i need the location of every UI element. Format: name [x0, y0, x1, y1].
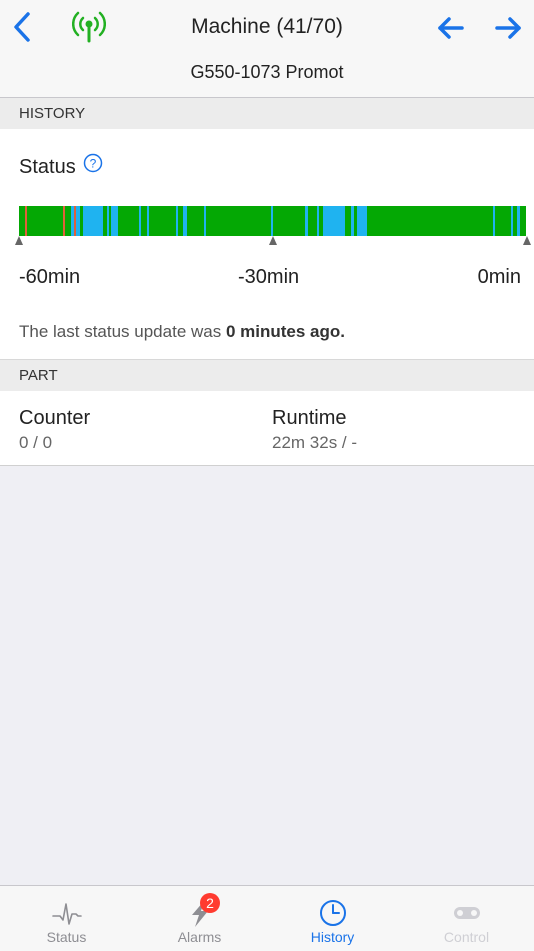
timeline-label-start: -60min	[19, 266, 81, 288]
status-segment	[493, 206, 495, 236]
status-segment	[511, 206, 513, 236]
pulse-icon	[51, 903, 82, 925]
status-segment	[107, 206, 109, 236]
previous-machine-button[interactable]	[436, 13, 466, 43]
machine-name: G550-1073 Promot	[190, 62, 344, 82]
tab-status-label: Status	[46, 929, 87, 945]
status-segment	[76, 206, 80, 236]
arrow-left-icon	[438, 17, 464, 39]
part-section-header: PART	[0, 360, 534, 391]
timeline-label-middle: -30min	[238, 266, 300, 288]
tab-status[interactable]: Status	[0, 886, 133, 951]
tab-control-label: Control	[443, 929, 490, 945]
timeline-label-end: 0min	[477, 266, 521, 288]
navigation-header: Machine (41/70) G550-1073 Promot	[0, 0, 534, 98]
runtime-value: 22m 32s / -	[272, 433, 358, 452]
status-segment	[83, 206, 103, 236]
svg-text:?: ?	[90, 157, 97, 171]
toggle-icon	[453, 907, 480, 919]
question-circle-icon[interactable]: ?	[83, 153, 103, 173]
status-segment	[139, 206, 141, 236]
tab-alarms-label: Alarms	[177, 929, 222, 945]
arrow-right-icon	[495, 17, 521, 39]
counter-value: 0 / 0	[19, 433, 53, 452]
status-segment	[271, 206, 273, 236]
tab-control[interactable]: Control	[400, 886, 533, 951]
status-segment	[147, 206, 149, 236]
status-segment	[517, 206, 520, 236]
history-card: Status ? -60min -30min 0min The last sta…	[0, 129, 534, 360]
part-card: Counter 0 / 0 Runtime 22m 32s / -	[0, 391, 534, 466]
status-segment	[204, 206, 206, 236]
tab-alarms[interactable]: Alarms	[133, 886, 266, 951]
status-segment	[25, 206, 27, 236]
alarm-count-badge: 2	[200, 893, 220, 913]
clock-icon	[319, 900, 346, 926]
status-segment	[305, 206, 308, 236]
status-segment	[351, 206, 354, 236]
status-segment	[183, 206, 187, 236]
timeline-tick	[15, 236, 23, 245]
status-timeline-bar	[19, 206, 526, 236]
status-segment	[176, 206, 178, 236]
status-label: Status	[19, 156, 76, 178]
status-segment	[317, 206, 319, 236]
next-machine-button[interactable]	[493, 13, 523, 43]
status-segment	[111, 206, 118, 236]
last-update-text: The last status update was 0 minutes ago…	[19, 322, 345, 342]
last-update-value: 0 minutes ago.	[225, 322, 345, 341]
tab-bar: Status Alarms 2 History Control	[0, 885, 534, 951]
tab-history-label: History	[310, 929, 355, 945]
last-update-prefix: The last status update was	[19, 322, 226, 341]
runtime-label: Runtime	[272, 407, 347, 429]
status-segment	[63, 206, 65, 236]
counter-label: Counter	[19, 407, 91, 429]
tab-history[interactable]: History	[266, 886, 399, 951]
timeline-tick	[523, 236, 531, 245]
status-segment	[357, 206, 367, 236]
status-segment	[323, 206, 345, 236]
history-section-header: HISTORY	[0, 98, 534, 129]
timeline-tick	[269, 236, 277, 245]
